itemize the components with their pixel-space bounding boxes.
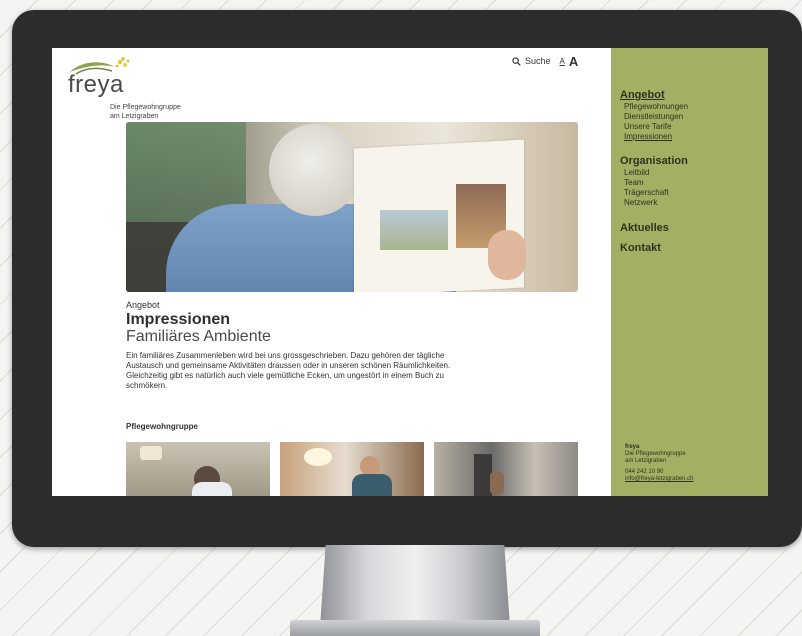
hero-person-head [269,124,361,216]
footer-email[interactable]: info@freya-letzigraben.ch [625,476,693,483]
main-content: freya Die Pflegewohngruppe am Letzigrabe… [52,48,611,496]
thumb-person-body [352,474,392,496]
nav-item-dienstleistungen[interactable]: Dienstleistungen [624,112,688,122]
nav-item-team[interactable]: Team [624,178,688,188]
page-subtitle: Familiäres Ambiente [126,328,271,345]
sidebar-nav: Angebot Pflegewohnungen Dienstleistungen… [611,48,768,496]
gallery-thumb[interactable] [280,442,424,496]
search-link[interactable]: Suche [525,56,551,66]
nav-group-angebot: Angebot Pflegewohnungen Dienstleistungen… [620,89,688,142]
nav-item-pflegewohnungen[interactable]: Pflegewohnungen [624,102,688,112]
hero-image [126,122,578,292]
monitor-stand [320,545,510,627]
search-icon[interactable] [512,56,521,66]
nav-item-unsere-tarife[interactable]: Unsere Tarife [624,122,688,132]
nav-aktuelles[interactable]: Aktuelles [620,222,669,234]
thumb-lamp [140,446,162,460]
nav-item-traegerschaft[interactable]: Trägerschaft [624,188,688,198]
section-heading: Pflegewohngruppe [126,422,198,431]
logo-tagline: Die Pflegewohngruppe am Letzigraben [110,103,220,121]
thumb-person [360,456,380,476]
nav-kontakt[interactable]: Kontakt [620,242,661,254]
footer-line2: am Letzigraben [625,458,667,464]
page-kicker: Angebot [126,300,160,310]
intro-paragraph: Ein familiäres Zusammenleben wird bei un… [126,351,451,390]
nav-angebot[interactable]: Angebot [620,89,688,101]
monitor-base [290,620,540,636]
page-title: Impressionen [126,311,231,328]
thumb-figure [490,472,504,494]
nav-item-impressionen[interactable]: Impressionen [624,132,688,142]
gallery-thumb[interactable] [126,442,270,496]
top-tools: Suche A A [512,54,578,69]
font-size-large-button[interactable]: A [569,54,578,69]
thumb-person-body [192,482,232,496]
hero-newspaper-photo [380,210,448,250]
footer-name: freya [625,444,640,450]
footer-line1: Die Pflegewohngruppe [625,451,686,457]
nav-group-kontakt: Kontakt [620,242,661,255]
tagline-line2: am Letzigraben [110,113,159,120]
font-size-small-button[interactable]: A [560,57,565,66]
nav-group-aktuelles: Aktuelles [620,222,669,235]
nav-item-leitbild[interactable]: Leitbild [624,168,688,178]
nav-item-netzwerk[interactable]: Netzwerk [624,198,688,208]
footer-phone[interactable]: 044 242 10 90 [625,469,693,476]
logo-wordmark: freya [68,71,124,98]
nav-organisation[interactable]: Organisation [620,155,688,167]
sidebar-footer: freya Die Pflegewohngruppe am Letzigrabe… [625,444,693,483]
hero-person-hand [488,230,526,280]
browser-viewport: freya Die Pflegewohngruppe am Letzigrabe… [52,48,768,496]
nav-group-organisation: Organisation Leitbild Team Trägerschaft … [620,155,688,208]
logo[interactable]: freya Die Pflegewohngruppe am Letzigrabe… [68,56,208,120]
tagline-line1: Die Pflegewohngruppe [110,104,181,111]
thumb-light [304,448,332,466]
gallery-thumb[interactable] [434,442,578,496]
